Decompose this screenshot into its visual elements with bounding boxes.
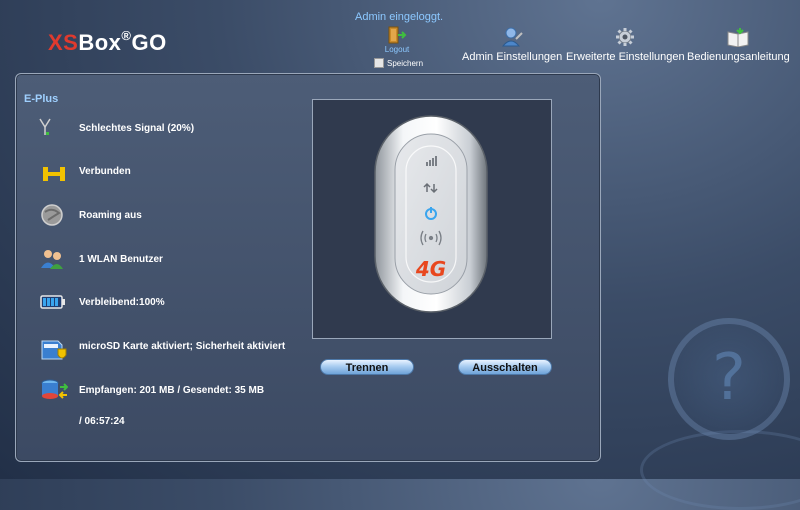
- disconnect-button[interactable]: Trennen: [320, 359, 414, 375]
- nav-advanced-settings[interactable]: Erweiterte Einstellungen: [566, 27, 685, 63]
- roaming-globe-icon: [41, 204, 63, 226]
- admin-status-text: Admin eingeloggt.: [355, 11, 444, 23]
- gear-icon: [616, 28, 635, 46]
- device-image-frame: 4G: [312, 99, 552, 339]
- nav-admin-settings[interactable]: Admin Einstellungen: [462, 27, 562, 63]
- logout-label: Logout: [384, 45, 410, 54]
- nav-advanced-settings-label: Erweiterte Einstellungen: [566, 51, 685, 63]
- signal-antenna-icon: [39, 118, 51, 135]
- nav-manual-label: Bedienungsanleitung: [687, 51, 790, 63]
- save-checkbox[interactable]: [374, 58, 384, 68]
- wlan-users-status: 1 WLAN Benutzer: [79, 254, 163, 265]
- help-question-icon[interactable]: ?: [668, 318, 790, 440]
- traffic-status: Empfangen: 201 MB / Gesendet: 35 MB: [79, 385, 265, 396]
- 4g-badge: 4G: [415, 257, 446, 281]
- connection-duration: / 06:57:24: [79, 416, 125, 427]
- logout-button[interactable]: Logout: [380, 26, 414, 54]
- signal-status: Schlechtes Signal (20%): [79, 123, 195, 134]
- battery-status: Verbleibend:100%: [79, 297, 165, 308]
- nav-admin-settings-label: Admin Einstellungen: [462, 51, 563, 63]
- roaming-status: Roaming aus: [79, 210, 142, 221]
- save-label: Speichern: [387, 58, 424, 68]
- data-traffic-icon: [41, 379, 68, 399]
- brand-logo: XSBox®GO: [48, 28, 167, 55]
- shutdown-button[interactable]: Ausschalten: [458, 359, 552, 375]
- admin-user-icon: [502, 27, 523, 47]
- connection-status: Verbunden: [79, 166, 131, 177]
- device-illustration: 4G: [374, 115, 488, 313]
- connection-icon: [43, 167, 65, 181]
- save-toggle[interactable]: Speichern: [374, 58, 423, 68]
- logout-door-icon: [388, 26, 407, 44]
- wlan-users-icon: [41, 250, 63, 269]
- sd-card-status: microSD Karte aktiviert; Sicherheit akti…: [79, 341, 286, 352]
- help-ring-decoration: [640, 430, 800, 510]
- nav-manual[interactable]: Bedienungsanleitung: [687, 27, 790, 63]
- battery-icon: [40, 295, 65, 309]
- microsd-card-icon: [41, 340, 67, 360]
- manual-book-icon: [727, 28, 749, 47]
- carrier-name: E-Plus: [24, 93, 59, 105]
